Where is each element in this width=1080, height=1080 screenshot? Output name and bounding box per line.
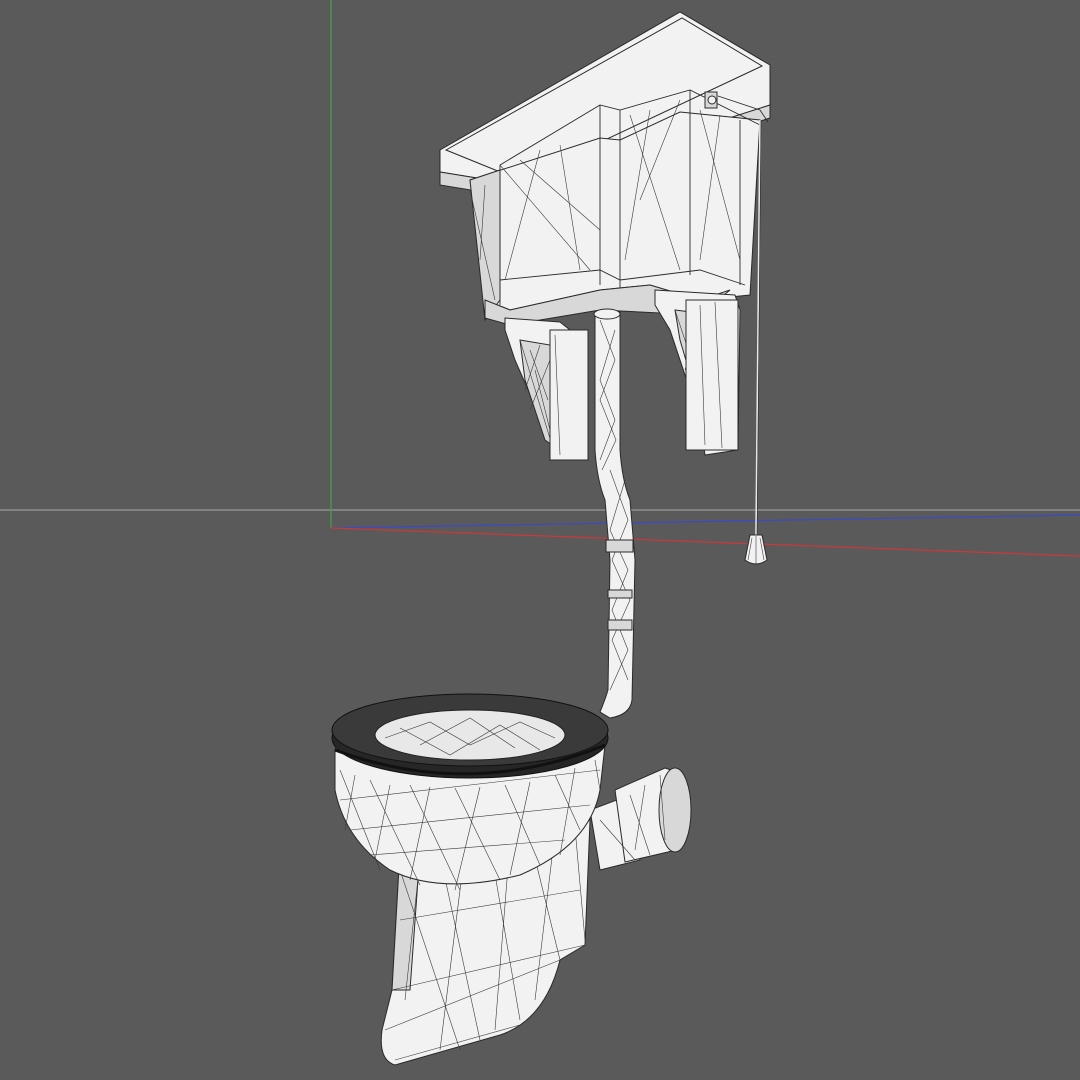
3d-viewport[interactable]	[0, 0, 1080, 1080]
x-axis-line	[330, 527, 1080, 557]
flush-pipe[interactable]	[593, 308, 636, 719]
outlet-pipe[interactable]	[589, 767, 692, 871]
cistern-bracket-left[interactable]	[504, 317, 589, 461]
cistern[interactable]	[439, 11, 771, 326]
pull-handle[interactable]	[744, 534, 768, 565]
cistern-bracket-right[interactable]	[654, 289, 741, 456]
z-axis-line	[330, 514, 1080, 529]
viewport-canvas[interactable]	[0, 0, 1080, 1080]
toilet-seat[interactable]	[331, 693, 609, 779]
